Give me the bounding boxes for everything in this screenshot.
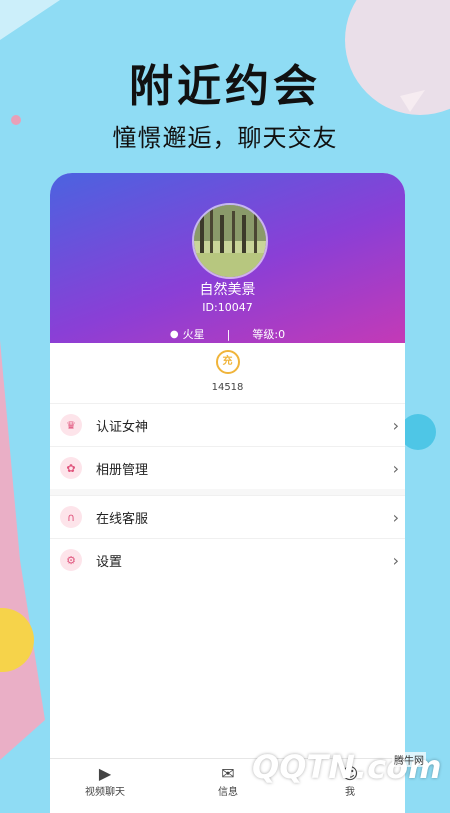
menu-item-label: 在线客服 bbox=[96, 511, 149, 527]
chevron-right-icon: › bbox=[392, 551, 399, 570]
promo-title: 附近约会 bbox=[129, 61, 321, 112]
promo-subtitle: 憧憬邂逅，聊天交友 bbox=[112, 124, 338, 152]
phone-screen: 自然美景 ID:10047 ● 火星 | 等级:0 充 14518 ♛ 认证女神 › … bbox=[50, 173, 405, 813]
avatar-image bbox=[194, 205, 266, 277]
menu-item-label: 相册管理 bbox=[96, 462, 149, 478]
tab-label: 信息 bbox=[218, 787, 238, 798]
chevron-right-icon: › bbox=[392, 508, 399, 527]
gear-icon: ⚙ bbox=[60, 549, 82, 571]
avatar[interactable] bbox=[192, 203, 268, 279]
menu-item-label: 设置 bbox=[96, 554, 123, 570]
location-text: 火星 bbox=[182, 328, 205, 341]
profile-header: 自然美景 ID:10047 ● 火星 | 等级:0 bbox=[50, 173, 405, 343]
profile-meta: ● 火星 | 等级:0 bbox=[50, 326, 405, 342]
location-pin-icon: ● bbox=[169, 328, 179, 340]
video-icon: ▶ bbox=[98, 764, 112, 783]
recharge-coin-icon[interactable]: 充 bbox=[215, 350, 240, 374]
nickname: 自然美景 bbox=[199, 282, 256, 298]
tab-video-chat[interactable]: ▶ 视频聊天 bbox=[65, 764, 145, 799]
tab-label: 视频聊天 bbox=[85, 787, 125, 798]
menu-item-label: 认证女神 bbox=[96, 419, 149, 435]
crown-icon: ♛ bbox=[60, 414, 82, 436]
chevron-right-icon: › bbox=[392, 416, 399, 435]
menu-item-album[interactable]: ✿ 相册管理 › bbox=[50, 446, 405, 489]
recharge-area[interactable]: 充 bbox=[50, 349, 405, 374]
level-text: 等级:0 bbox=[252, 328, 286, 341]
menu-item-settings[interactable]: ⚙ 设置 › bbox=[50, 538, 405, 581]
menu-item-online-support[interactable]: ∩ 在线客服 › bbox=[50, 495, 405, 538]
meta-separator: | bbox=[226, 327, 231, 341]
menu-item-verify-goddess[interactable]: ♛ 认证女神 › bbox=[50, 403, 405, 446]
watermark-text: 腾牛网 bbox=[392, 752, 426, 767]
chevron-right-icon: › bbox=[392, 459, 399, 478]
tab-label: 我 bbox=[345, 787, 355, 798]
user-id: ID:10047 bbox=[202, 301, 253, 314]
settings-menu: ♛ 认证女神 › ✿ 相册管理 › ∩ 在线客服 › ⚙ 设置 › bbox=[50, 403, 405, 581]
headset-icon: ∩ bbox=[60, 506, 82, 528]
album-icon: ✿ bbox=[60, 457, 82, 479]
coin-count: 14518 bbox=[211, 382, 244, 393]
